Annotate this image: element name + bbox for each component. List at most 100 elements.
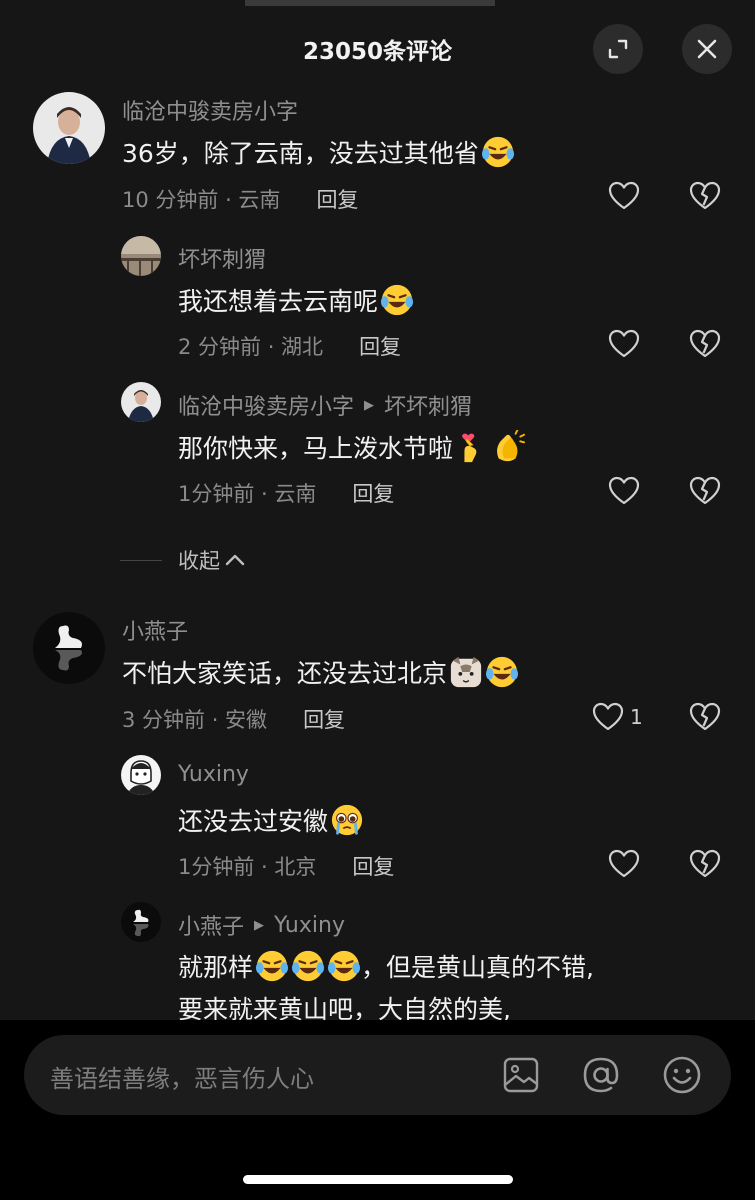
at-icon: [583, 1057, 619, 1093]
cat-face-emoji: [450, 656, 482, 688]
reply-text: 还没去过安徽: [178, 802, 364, 838]
username-text: 小燕子: [122, 620, 189, 645]
comment-text: 36岁，除了云南，没去过其他省: [122, 134, 515, 170]
reply-button[interactable]: 回复: [352, 478, 394, 508]
avatar[interactable]: [33, 612, 105, 684]
broken-heart-icon: [689, 329, 721, 358]
like-button[interactable]: [608, 849, 640, 879]
smiley-icon: [663, 1056, 701, 1094]
reply-body: 那你快来，马上泼水节啦: [178, 434, 454, 463]
like-button[interactable]: [608, 329, 640, 359]
reply-body: 就那样: [178, 953, 254, 982]
reply-username[interactable]: Yuxiny: [178, 762, 249, 787]
divider: [120, 559, 162, 561]
collapse-replies-button[interactable]: 收起: [120, 545, 246, 575]
reply-to-arrow-icon: ▶: [364, 397, 375, 413]
expand-icon: [608, 39, 628, 59]
comment-text: 不怕大家笑话，还没去过北京: [122, 654, 519, 690]
reply-button[interactable]: 回复: [352, 851, 394, 881]
reply-text: 就那样 ，但是黄山真的不错,: [178, 948, 594, 984]
like-button[interactable]: [608, 476, 640, 506]
dislike-button[interactable]: [689, 476, 721, 510]
reply-body: 还没去过安徽: [178, 807, 329, 836]
comment-input[interactable]: 善语结善缘，恶言伤人心: [24, 1035, 731, 1115]
home-indicator: [243, 1175, 513, 1184]
comment-username[interactable]: 临沧中骏卖房小字: [122, 94, 298, 126]
emoji-button[interactable]: [661, 1054, 703, 1096]
reply-avatar[interactable]: [121, 755, 161, 795]
dislike-button[interactable]: [689, 181, 721, 215]
reply-time-location: 1分钟前 · 云南: [178, 482, 317, 506]
close-button[interactable]: [682, 24, 732, 74]
comment-time-location: 3 分钟前 · 安徽: [122, 708, 268, 732]
like-button[interactable]: 1: [592, 702, 643, 732]
comment-meta: 3 分钟前 · 安徽 回复: [122, 704, 345, 734]
reply-button[interactable]: 回复: [303, 704, 345, 734]
comment-time-location: 10 分钟前 · 云南: [122, 188, 281, 212]
laughing-crying-emoji: [485, 656, 519, 688]
username-text: Yuxiny: [178, 762, 249, 787]
reply-button[interactable]: 回复: [359, 331, 401, 361]
broken-heart-icon: [689, 849, 721, 878]
pleading-tears-emoji: [331, 804, 363, 836]
avatar[interactable]: [33, 92, 105, 164]
reply-text: 我还想着去云南呢: [178, 282, 414, 318]
comments-header: 23050条评论: [0, 20, 755, 76]
heart-icon: [592, 702, 624, 731]
heart-icon: [608, 849, 640, 878]
reply-avatar[interactable]: [121, 382, 161, 422]
reply-username[interactable]: 临沧中骏卖房小字 ▶ 坏坏刺猬: [178, 389, 472, 421]
comment-meta: 10 分钟前 · 云南 回复: [122, 184, 358, 214]
reply-meta: 1分钟前 · 云南 回复: [178, 478, 394, 508]
comment-input-bar: 善语结善缘，恶言伤人心: [0, 1020, 755, 1200]
username-text: 临沧中骏卖房小字: [122, 100, 299, 125]
laughing-crying-emoji: [380, 284, 414, 316]
like-count: 1: [630, 705, 643, 729]
reply-avatar[interactable]: [121, 236, 161, 276]
input-placeholder: 善语结善缘，恶言伤人心: [50, 1065, 314, 1093]
reply-username[interactable]: 坏坏刺猬: [178, 242, 266, 274]
reply-to-arrow-icon: ▶: [254, 917, 265, 933]
laughing-crying-emoji: [327, 950, 361, 982]
broken-heart-icon: [689, 702, 721, 731]
reply-text: 那你快来，马上泼水节啦: [178, 429, 526, 465]
comments-sheet: 23050条评论 临沧中骏卖房小字 36岁，除了云南，没去过其他省 10 分钟前…: [0, 0, 755, 1200]
reply-body: 我还想着去云南呢: [178, 287, 379, 316]
close-icon: [697, 39, 717, 59]
username-text: 临沧中骏卖房小字: [178, 395, 355, 420]
expand-button[interactable]: [593, 24, 643, 74]
comment-body: 36岁，除了云南，没去过其他省: [122, 139, 479, 168]
reply-to-username[interactable]: Yuxiny: [274, 913, 345, 938]
broken-heart-icon: [689, 181, 721, 210]
reply-avatar[interactable]: [121, 902, 161, 942]
laughing-crying-emoji: [291, 950, 325, 982]
reply-body-continued: ，但是黄山真的不错,: [361, 953, 594, 982]
image-button[interactable]: [500, 1054, 542, 1096]
dislike-button[interactable]: [689, 329, 721, 363]
reply-meta: 2 分钟前 · 湖北 回复: [178, 331, 401, 361]
comment-username[interactable]: 小燕子: [122, 614, 188, 646]
dislike-button[interactable]: [689, 702, 721, 736]
reply-time-location: 2 分钟前 · 湖北: [178, 335, 324, 359]
heart-icon: [608, 181, 640, 210]
reply-button[interactable]: 回复: [316, 184, 358, 214]
comment-body: 不怕大家笑话，还没去过北京: [122, 659, 448, 688]
like-button[interactable]: [608, 181, 640, 211]
laughing-crying-emoji: [481, 136, 514, 168]
laughing-crying-emoji: [255, 950, 289, 982]
finger-heart-emoji: [462, 433, 477, 463]
mention-button[interactable]: [580, 1054, 622, 1096]
chevron-up-icon: [225, 554, 245, 566]
heart-icon: [608, 329, 640, 358]
dislike-button[interactable]: [689, 849, 721, 883]
collapse-label: 收起: [178, 549, 220, 573]
reply-to-username[interactable]: 坏坏刺猬: [384, 389, 472, 421]
username-text: 小燕子: [178, 915, 245, 940]
reply-username[interactable]: 小燕子 ▶ Yuxiny: [178, 909, 345, 941]
reply-time-location: 1分钟前 · 北京: [178, 855, 317, 879]
username-text: 坏坏刺猬: [178, 248, 267, 273]
clapping-hands-emoji: [497, 430, 526, 462]
heart-icon: [608, 476, 640, 505]
broken-heart-icon: [689, 476, 721, 505]
image-icon: [503, 1057, 539, 1093]
